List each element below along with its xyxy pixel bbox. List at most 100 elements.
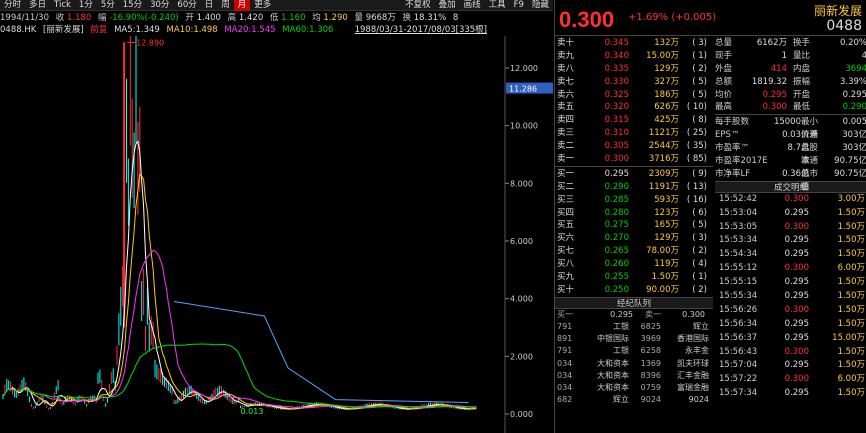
stat-value: 4: [861, 50, 866, 61]
stat-value: 0.295: [762, 89, 787, 100]
broker-code: 034: [557, 358, 573, 368]
ask-row[interactable]: 卖五 0.320 626万 ( 10): [555, 101, 713, 114]
level-count: ( 3): [692, 233, 707, 244]
ticks-title[interactable]: 成交明细: [715, 180, 866, 193]
period-tab[interactable]: 分时: [0, 0, 25, 11]
broker-head-row: 买一 0.295 卖一 0.300: [555, 309, 713, 321]
broker-row[interactable]: 891 中银国际 3969 香港国际: [555, 333, 713, 345]
period-tab[interactable]: Tick: [50, 0, 75, 11]
broker-row[interactable]: 034 大和资本 0759 富瑞金融: [555, 382, 713, 394]
stat-value: 303亿: [842, 130, 866, 141]
period-tab[interactable]: 30分: [146, 0, 173, 11]
broker-queue-title[interactable]: 经纪队列: [555, 296, 713, 309]
stat-value: 1819.32: [751, 76, 787, 87]
ask-row[interactable]: 卖二 0.305 2544万 ( 35): [555, 140, 713, 153]
broker-name: 香港国际: [677, 334, 709, 344]
stat-value: 90.75亿: [834, 168, 866, 179]
toolbar-tool[interactable]: 画线: [460, 0, 485, 11]
ma60-label: MA60:1.306: [282, 25, 334, 35]
level-volume: 78.00万: [646, 246, 679, 257]
period-tab[interactable]: 15分: [119, 0, 146, 11]
period-tab[interactable]: 多日: [25, 0, 50, 11]
ask-row[interactable]: 卖九 0.340 15.00万 ( 1): [555, 50, 713, 63]
broker-code: 3969: [640, 334, 661, 344]
toolbar-tool[interactable]: 叠加: [435, 0, 460, 11]
ask-row[interactable]: 卖一 0.300 3716万 ( 85): [555, 153, 713, 166]
level-price: 0.330: [604, 76, 629, 87]
tick-price: 0.295: [784, 332, 809, 343]
broker-code: 034: [557, 382, 573, 392]
bid-row[interactable]: 买七 0.265 78.00万 ( 2): [555, 245, 713, 258]
level-volume: 129万: [654, 233, 679, 244]
level-volume: 2309万: [648, 168, 679, 179]
adj-tag[interactable]: 前复: [90, 25, 107, 35]
tick-volume: 6.00万: [837, 263, 865, 274]
period-tab[interactable]: 周: [217, 0, 234, 11]
bid-row[interactable]: 买十 0.250 90.00万 ( 2): [555, 284, 713, 297]
period-tab[interactable]: 更多: [250, 0, 275, 11]
broker-row[interactable]: 034 大和资本 1369 凯夫环球: [555, 358, 713, 370]
stat-label: 外盘: [715, 63, 733, 74]
stat-label: 量比: [793, 50, 811, 61]
ask-row[interactable]: 卖三 0.310 1121万 ( 25): [555, 127, 713, 140]
bid-row[interactable]: 买五 0.275 165万 ( 5): [555, 219, 713, 232]
level-label: 卖八: [557, 63, 575, 74]
stats-panel: 总量 6162万 换手 0.20% 现手 1 量比 4 外盘 414 内盘 3694 总额 1819.32…: [715, 37, 866, 401]
ask-row[interactable]: 卖十 0.345 132万 ( 3): [555, 37, 713, 50]
broker-row[interactable]: 791 工银 6825 辉立: [555, 321, 713, 333]
bid-row[interactable]: 买八 0.260 119万 ( 4): [555, 258, 713, 271]
broker-name: 中银国际: [597, 334, 629, 344]
broker-name: 汇丰金融: [677, 370, 709, 380]
toolbar-tool[interactable]: 隐藏: [528, 0, 553, 11]
broker-row[interactable]: 791 工银 6258 永丰金: [555, 345, 713, 357]
level-count: ( 2): [692, 63, 707, 74]
period-tab[interactable]: 1分: [75, 0, 97, 11]
stat-label: 每手股数: [715, 117, 750, 128]
broker-name: 辉立: [693, 322, 709, 331]
toolbar-tool[interactable]: F9: [510, 0, 528, 11]
date-range[interactable]: 1988/03/31-2017/08/03[335根]: [355, 24, 487, 36]
broker-name: 永丰金: [685, 346, 709, 356]
order-book: 卖十 0.345 132万 ( 3) 卖九 0.340 15.00万 ( 1) 卖八 0.335 1…: [555, 37, 713, 406]
bid-row[interactable]: 买四 0.280 123万 ( 6): [555, 207, 713, 220]
bid-row[interactable]: 买二 0.290 1191万 ( 13): [555, 181, 713, 194]
tick-row: 15:54:34 0.295 1.50万: [715, 248, 866, 262]
period-tab[interactable]: 日: [201, 0, 218, 11]
level-volume: 119万: [654, 259, 679, 270]
price-chart[interactable]: 12.000 10.000 8.000 6.000 4.000 2.000 0.000 11.…: [0, 36, 553, 433]
tick-row: 15:57:22 0.300 6.00万: [715, 373, 866, 387]
ask-row[interactable]: 卖六 0.325 186万 ( 5): [555, 89, 713, 102]
broker-buy-side: 买一: [557, 309, 573, 319]
broker-row[interactable]: 682 辉立 9024 9024: [555, 394, 713, 406]
bid-row[interactable]: 买九 0.255 1.50万 ( 1): [555, 271, 713, 284]
bid-row[interactable]: 买六 0.270 129万 ( 3): [555, 232, 713, 245]
max-label: 12.890: [136, 38, 164, 47]
stock-name-tag: [丽新发展]: [43, 25, 84, 35]
ask-row[interactable]: 卖八 0.335 129万 ( 2): [555, 63, 713, 76]
level-count: ( 6): [692, 207, 707, 218]
stock-code: 0488.HK: [0, 25, 37, 35]
broker-name: 大和资本: [597, 358, 629, 368]
broker-name: 大和资本: [597, 370, 629, 380]
broker-row[interactable]: 034 大和资本 8396 汇丰金融: [555, 370, 713, 382]
toolbar-tool[interactable]: 不复权: [401, 0, 435, 11]
period-tab[interactable]: 5分: [97, 0, 119, 11]
stat-value: 6162万: [756, 38, 787, 48]
period-tab[interactable]: 60分: [173, 0, 200, 11]
level-price: 0.280: [604, 207, 629, 218]
stat-row: 市盈率™ 8.7 总股本 303亿: [715, 142, 866, 167]
tick-volume: 1.50万: [837, 291, 865, 302]
bid-row[interactable]: 买一 0.295 2309万 ( 9): [555, 168, 713, 181]
bar-info: 1994/11/30 收 1.180 幅 -16.90%(-0.240) 开 1…: [0, 12, 553, 24]
level-price: 0.270: [604, 233, 629, 244]
toolbar-tool[interactable]: 工具: [485, 0, 510, 11]
level-label: 卖九: [557, 50, 575, 61]
info-avg: 1.290: [323, 13, 348, 23]
ask-row[interactable]: 卖七 0.330 327万 ( 5): [555, 76, 713, 89]
stat-label: 总股本: [801, 143, 819, 167]
ask-row[interactable]: 卖四 0.315 425万 ( 8): [555, 114, 713, 127]
bid-row[interactable]: 买三 0.285 593万 ( 16): [555, 194, 713, 207]
info-open-label: 开: [185, 13, 194, 23]
period-tab[interactable]: 月: [233, 0, 251, 11]
stat-label: 市净率LF: [715, 168, 751, 179]
